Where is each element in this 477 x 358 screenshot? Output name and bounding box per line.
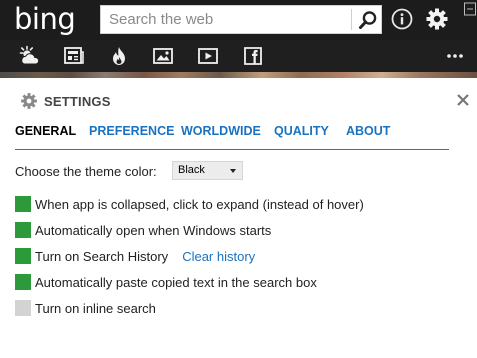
gear-icon (21, 93, 37, 109)
video-icon (198, 48, 218, 64)
news-button[interactable] (59, 40, 89, 72)
checkbox-click-to-expand[interactable] (15, 196, 31, 212)
option-inline-search: Turn on inline search (15, 300, 156, 316)
weather-icon (19, 45, 40, 65)
info-icon (391, 8, 413, 30)
option-label: Automatically open when Windows starts (35, 222, 272, 238)
option-auto-paste: Automatically paste copied text in the s… (15, 274, 317, 290)
settings-panel: SETTINGS GENERAL PREFERENCE WORLDWIDE QU… (0, 78, 477, 358)
top-bar: bing (0, 0, 477, 40)
checkbox-open-on-startup[interactable] (15, 222, 31, 238)
theme-label: Choose the theme color: (15, 163, 157, 179)
option-label: Turn on Search History (35, 248, 169, 264)
settings-title: SETTINGS (44, 93, 111, 109)
minimize-button[interactable] (462, 2, 477, 18)
trending-button[interactable] (104, 40, 134, 72)
image-icon (153, 48, 173, 64)
search-button[interactable] (353, 6, 382, 33)
option-label: Turn on inline search (35, 300, 156, 316)
clear-history-link[interactable]: Clear history (182, 249, 255, 264)
facebook-icon (244, 47, 262, 65)
tab-about[interactable]: ABOUT (346, 124, 390, 138)
search-divider (351, 9, 352, 30)
more-button[interactable] (442, 40, 468, 72)
settings-tabs: GENERAL PREFERENCE WORLDWIDE QUALITY ABO… (15, 122, 449, 150)
close-button[interactable] (456, 93, 470, 107)
flame-icon (113, 47, 125, 65)
caret-down-icon (230, 169, 236, 173)
tab-worldwide[interactable]: WORLDWIDE (181, 124, 261, 138)
more-icon (447, 54, 463, 58)
tab-preference[interactable]: PREFERENCE (89, 124, 174, 138)
settings-header: SETTINGS (20, 92, 111, 110)
bing-logo[interactable]: bing (14, 2, 76, 36)
tab-general[interactable]: GENERAL (15, 124, 76, 138)
theme-row: Choose the theme color: Black (15, 161, 243, 181)
search-box[interactable] (100, 5, 382, 34)
settings-button[interactable] (425, 7, 449, 31)
checkbox-inline-search[interactable] (15, 300, 31, 316)
option-click-to-expand: When app is collapsed, click to expand (… (15, 196, 364, 212)
minimize-icon (464, 2, 476, 16)
videos-button[interactable] (193, 40, 223, 72)
search-input[interactable] (101, 6, 349, 33)
gear-icon (426, 8, 448, 30)
option-label: When app is collapsed, click to expand (… (35, 196, 364, 212)
facebook-button[interactable] (238, 40, 268, 72)
option-label: Automatically paste copied text in the s… (35, 274, 317, 290)
close-icon (457, 94, 469, 106)
checkbox-search-history[interactable] (15, 248, 31, 264)
option-search-history: Turn on Search History Clear history (15, 248, 255, 264)
images-button[interactable] (148, 40, 178, 72)
search-icon (358, 10, 376, 29)
tab-quality[interactable]: QUALITY (274, 124, 329, 138)
info-button[interactable] (391, 8, 413, 30)
theme-color-dropdown[interactable]: Black (172, 161, 243, 180)
news-icon (64, 47, 84, 64)
theme-selected-value: Black (178, 164, 205, 176)
weather-button[interactable] (15, 40, 45, 72)
option-open-on-startup: Automatically open when Windows starts (15, 222, 271, 238)
checkbox-auto-paste[interactable] (15, 274, 31, 290)
category-bar (0, 40, 477, 72)
